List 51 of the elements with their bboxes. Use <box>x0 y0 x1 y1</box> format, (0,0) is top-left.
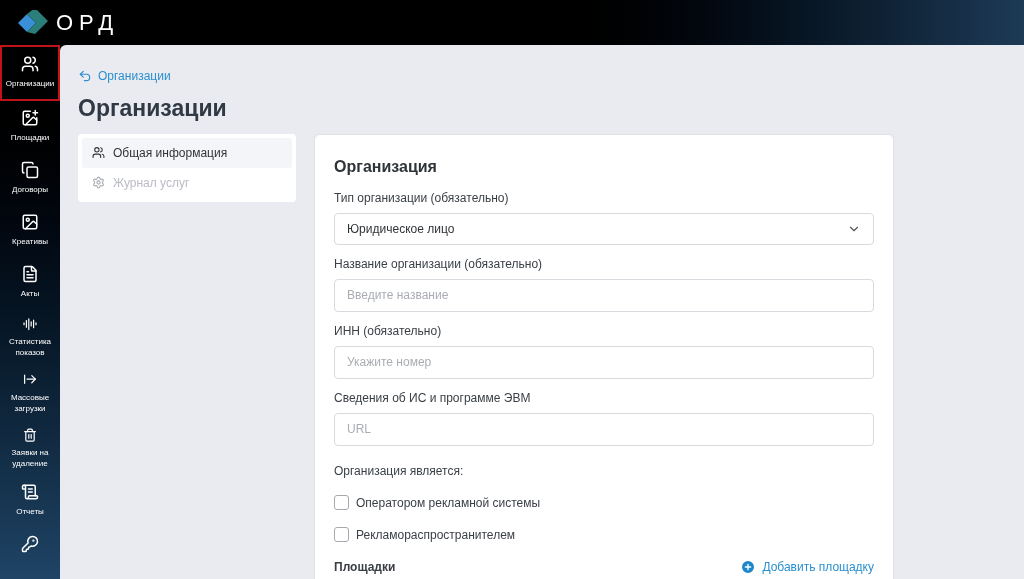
sidebar-label: Заявки на удаление <box>10 447 50 469</box>
sidebar-item[interactable]: Массовые загрузки <box>0 364 60 420</box>
users-icon <box>21 55 39 73</box>
sidebar-item[interactable]: Креативы <box>0 205 60 257</box>
sidebar-item[interactable]: Площадки <box>0 101 60 153</box>
logo-text: ОРД <box>56 9 120 37</box>
document-icon <box>21 265 39 283</box>
checkbox[interactable] <box>334 495 349 510</box>
input-field[interactable]: Укажите номер <box>334 345 874 379</box>
sidebar-label: Массовые загрузки <box>9 391 51 414</box>
sidebar-label: Договоры <box>11 184 49 195</box>
field-label: Тип организации (обязательно) <box>334 189 510 207</box>
sidebar-label: Организации <box>4 78 56 89</box>
field-label: Название организации (обязательно) <box>334 255 544 273</box>
sidebar-label: Статистика показов <box>8 336 52 359</box>
page-title: Организации <box>78 94 228 123</box>
role-label: Организация является: <box>334 462 465 480</box>
sidebar-item[interactable]: Акты <box>0 257 60 309</box>
sidebar-item[interactable]: Организации <box>0 45 60 101</box>
checkbox-label: Оператором рекламной системы <box>356 494 541 512</box>
scroll-icon <box>21 483 39 501</box>
plus-icon <box>740 558 757 575</box>
gear-icon <box>92 176 105 189</box>
trash-icon <box>21 427 39 442</box>
section-tab[interactable]: Общая информация <box>82 137 292 168</box>
logo-icon <box>18 9 48 36</box>
sidebar-label: Креативы <box>11 236 49 247</box>
users-icon <box>92 146 105 159</box>
back-icon <box>78 69 92 83</box>
key-icon <box>21 535 39 553</box>
select-field[interactable]: Юридическое лицо <box>334 212 874 245</box>
sidebar-item[interactable]: Заявки на удаление <box>0 419 60 475</box>
sidebar-item[interactable]: Отчеты <box>0 475 60 527</box>
checkbox-label: Рекламораспространителем <box>356 526 516 544</box>
field-label: ИНН (обязательно) <box>334 322 443 340</box>
image-plus-icon <box>21 109 39 127</box>
image-icon <box>21 213 39 231</box>
sidebar-item[interactable]: Договоры <box>0 153 60 205</box>
sidebar-item[interactable]: Статистика показов <box>0 309 60 365</box>
checkbox[interactable] <box>334 527 349 542</box>
input-field[interactable]: URL <box>334 412 874 446</box>
platforms-label: Площадки <box>334 558 396 576</box>
copy-icon <box>21 161 39 179</box>
add-platform-button[interactable]: Добавить площадку <box>740 557 874 576</box>
form-title: Организация <box>334 156 438 177</box>
input-field[interactable]: Введите название <box>334 278 874 312</box>
sidebar-label: Отчеты <box>15 506 45 517</box>
sidebar-label: Площадки <box>9 132 51 143</box>
bars-icon <box>21 317 39 332</box>
field-label: Сведения об ИС и программе ЭВМ <box>334 389 532 407</box>
sidebar-label: Акты <box>19 288 41 299</box>
